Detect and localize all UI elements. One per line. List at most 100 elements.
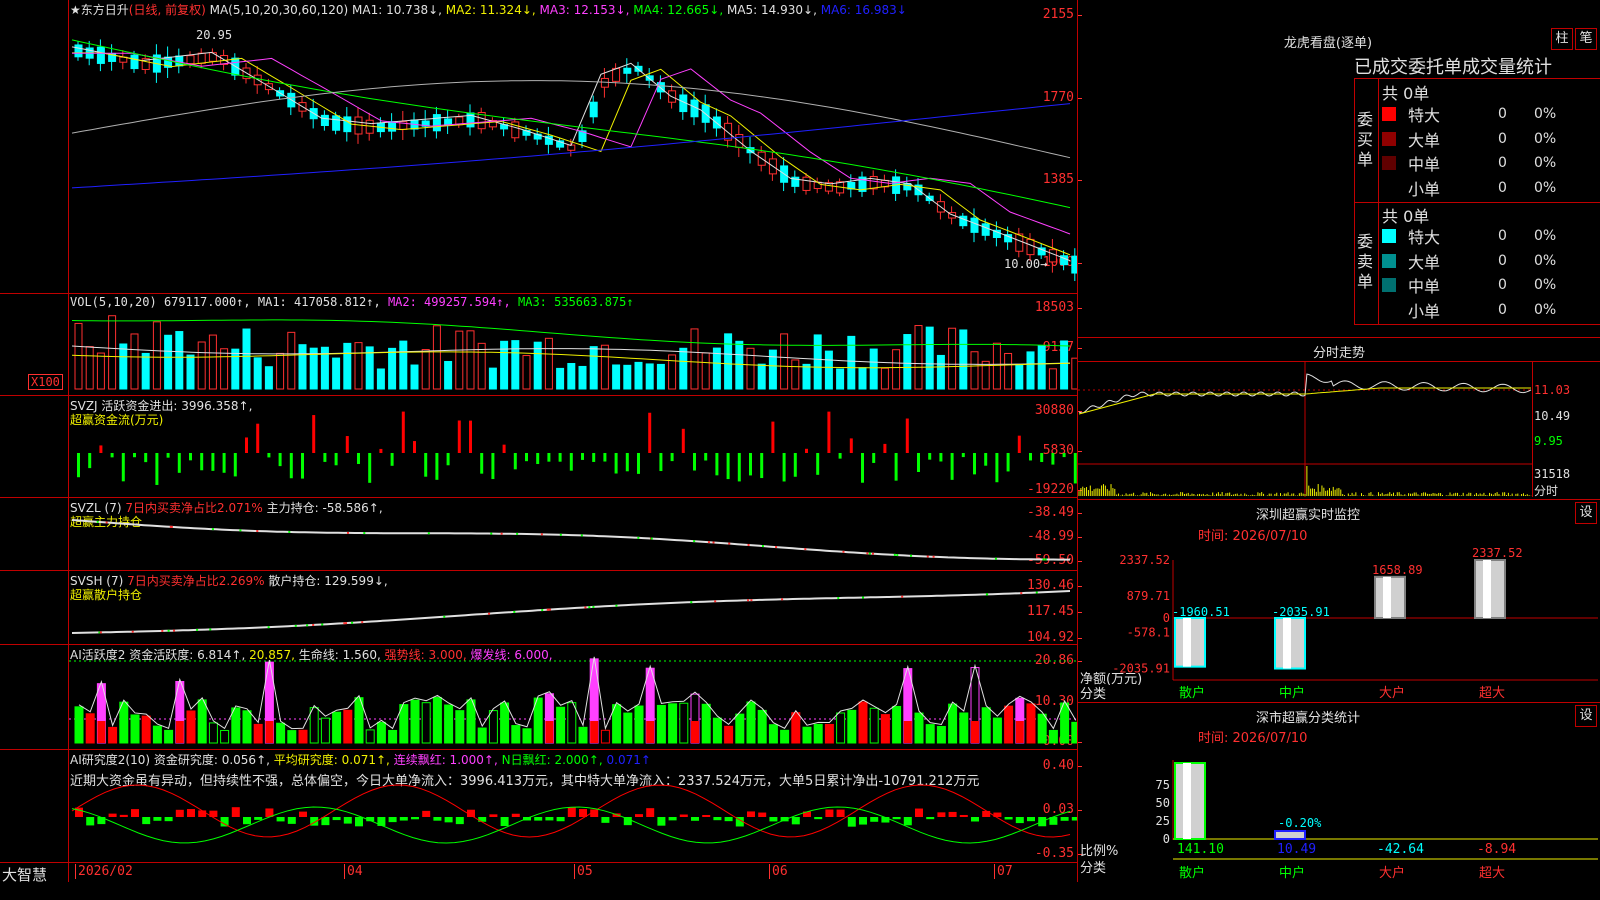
candle-body <box>802 176 811 191</box>
vol-unit-badge: X100 <box>28 374 63 390</box>
ai-active-chart[interactable] <box>69 647 1077 748</box>
svzl-chart[interactable] <box>69 500 1077 569</box>
flow-bar <box>749 453 752 476</box>
candlestick-chart[interactable] <box>69 18 1077 292</box>
tick-view-button[interactable]: 笔 <box>1575 28 1597 50</box>
order-count: 0 <box>1498 179 1507 196</box>
activity-line <box>78 656 1077 731</box>
volume-bar <box>768 349 777 390</box>
research-bar <box>187 809 195 817</box>
candle-body <box>712 116 721 129</box>
flow-bar <box>88 453 92 469</box>
research-bar <box>153 817 162 821</box>
flow-bar <box>379 448 383 453</box>
intraday-ytick-1: 10.49 <box>1534 409 1571 423</box>
flow-bar <box>267 453 271 458</box>
candle-body <box>197 52 206 64</box>
candle-body <box>623 67 632 74</box>
activity-bar <box>600 729 610 744</box>
flow-bar <box>121 453 125 482</box>
research-bar <box>444 817 453 823</box>
volume-bar <box>735 340 744 390</box>
activity-bar <box>1026 703 1036 744</box>
volume-bar <box>578 365 587 390</box>
ai-research-chart[interactable] <box>69 752 1077 861</box>
volume-bar <box>802 363 811 390</box>
flow-bar <box>189 453 192 461</box>
flow-bar <box>894 453 898 481</box>
candle-body <box>1048 249 1057 263</box>
volume-bar <box>108 315 117 390</box>
svsh-chart[interactable] <box>69 573 1077 643</box>
activity-bar <box>768 724 778 744</box>
research-bar <box>489 814 498 817</box>
flow-bar <box>849 438 853 453</box>
chart-area[interactable]: ★东方日升(日线, 前复权) MA(5,10,20,30,60,120) MA1… <box>0 0 1082 884</box>
order-color-swatch <box>1382 156 1396 170</box>
volume-bar <box>892 349 901 390</box>
activity-bar <box>936 725 946 744</box>
bar-view-button[interactable]: 柱 <box>1551 28 1573 50</box>
activity-bar <box>623 712 633 744</box>
research-bar <box>870 817 879 822</box>
volume-bar <box>712 347 721 390</box>
volume-bar <box>959 329 968 390</box>
activity-bar <box>612 704 622 744</box>
volume-bar <box>264 366 273 390</box>
activity-bar <box>813 723 823 744</box>
volume-bar <box>880 367 889 390</box>
candle-body <box>208 52 217 62</box>
activity-bar <box>578 726 588 744</box>
volume-bar <box>1048 368 1057 390</box>
volume-bar <box>500 340 509 390</box>
holding-dot <box>96 520 99 523</box>
ma-legend-4: MA4: 12.665↓, <box>629 3 724 17</box>
volume-bar <box>746 347 755 390</box>
sz-monitor-chart[interactable]: 2337.52879.710-578.1-2035.91-1960.51散户-2… <box>1078 540 1600 700</box>
flow-bar <box>480 453 484 474</box>
holding-dot <box>443 615 446 618</box>
order-row: 中单 0 0% <box>1382 151 1592 175</box>
flow-bar <box>726 453 730 480</box>
volume-bar <box>74 322 83 390</box>
order-count: 0 <box>1498 130 1507 147</box>
volume-bar <box>388 347 397 390</box>
research-bar <box>948 811 957 817</box>
holding-dot <box>427 532 430 535</box>
sz-monitor-settings-button[interactable]: 设 <box>1575 502 1597 524</box>
order-type: 小单 <box>1408 301 1441 321</box>
activity-bar-base <box>545 721 554 743</box>
sz-class-settings-button[interactable]: 设 <box>1575 705 1597 727</box>
flow-bar <box>211 453 215 471</box>
svzj-chart[interactable] <box>69 398 1077 496</box>
flow-bar <box>1017 435 1021 453</box>
volume-bar <box>813 334 822 390</box>
activity-bar <box>992 717 1002 744</box>
sz-class-ytick: 75 <box>1156 778 1170 792</box>
activity-bar <box>197 699 207 744</box>
sz-class-chart[interactable]: 75 50 25 0 -0.20% 141.10 散户 10.49 中户 -42.64 大户 -8.9… <box>1078 745 1600 900</box>
candle-body <box>186 55 195 65</box>
intraday-chart[interactable] <box>1078 362 1532 497</box>
dragon-tiger-subtitle: 已成交委托单成交量统计 <box>1354 57 1552 78</box>
holding-dot <box>361 621 364 624</box>
candle-body <box>320 114 329 127</box>
order-color-swatch <box>1382 107 1396 121</box>
research-bar <box>847 817 856 827</box>
research-bar <box>411 817 419 820</box>
activity-bar <box>399 704 409 744</box>
holding-dot <box>161 629 164 632</box>
flow-bar <box>99 445 103 453</box>
flow-bar <box>939 453 943 462</box>
volume-chart[interactable] <box>69 296 1077 394</box>
activity-bar <box>668 703 678 744</box>
activity-bar <box>981 707 991 744</box>
flow-bar <box>525 453 528 462</box>
flow-bar <box>838 453 842 459</box>
holding-dot <box>910 554 913 557</box>
order-pct: 0% <box>1534 228 1557 244</box>
holding-dot <box>728 542 731 545</box>
research-bar <box>388 817 397 823</box>
activity-bar <box>421 702 431 744</box>
holding-dot <box>196 628 199 631</box>
